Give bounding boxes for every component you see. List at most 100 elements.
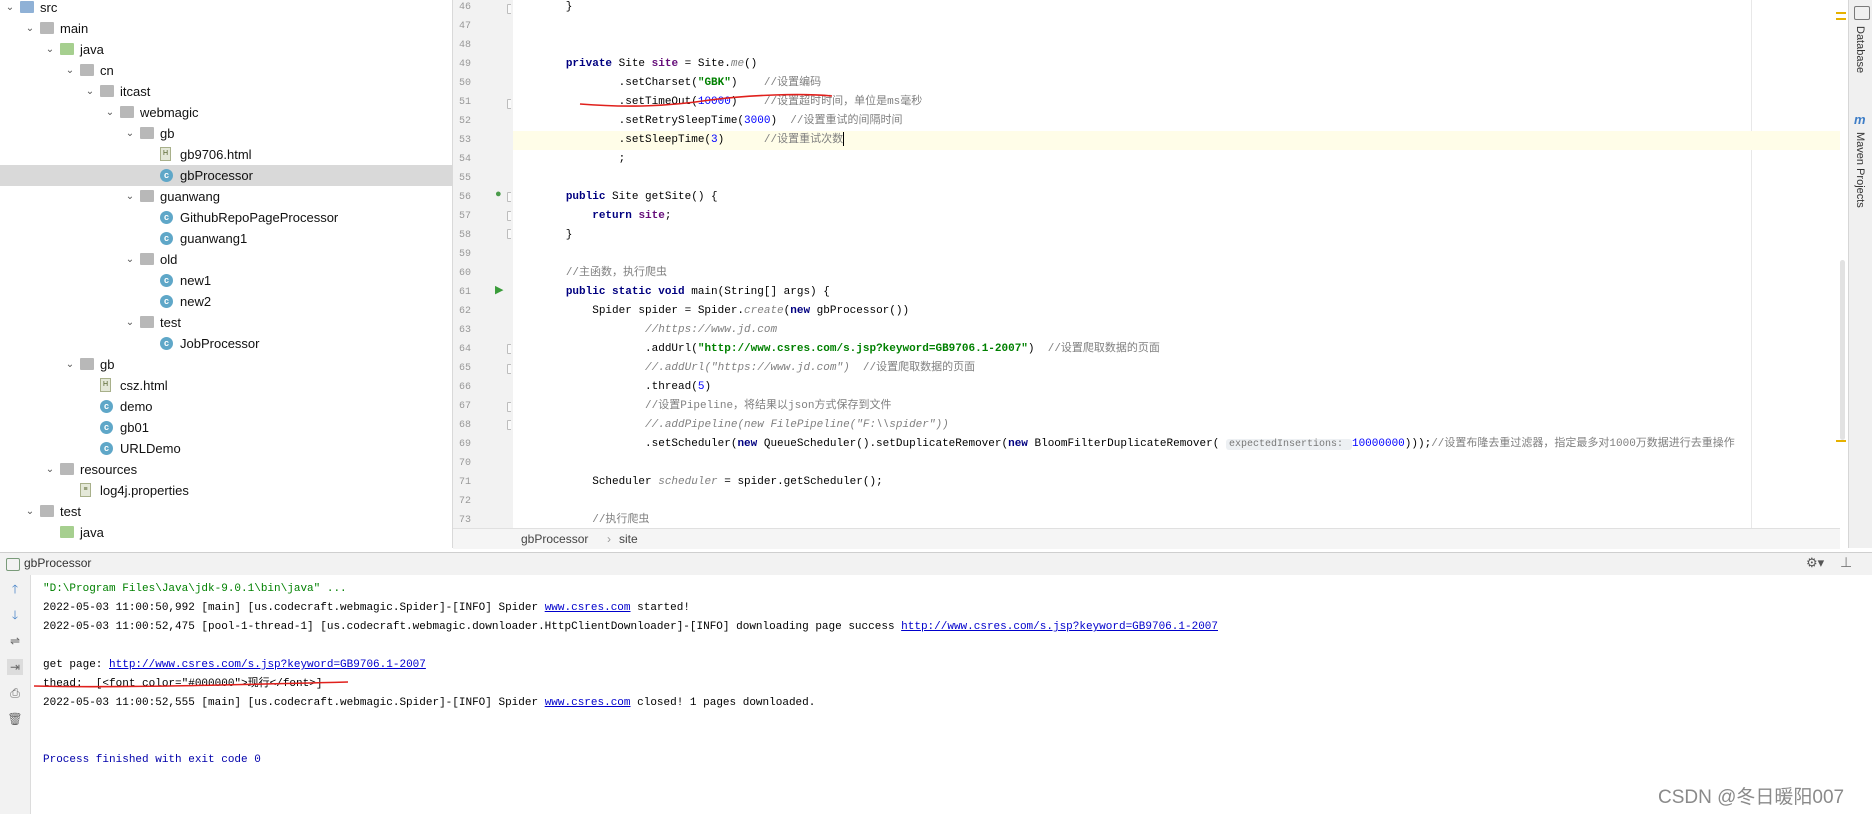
chevron-down-icon[interactable]: ⌄ xyxy=(124,249,136,270)
run-tab-title[interactable]: gbProcessor xyxy=(24,556,91,570)
console-link[interactable]: www.csres.com xyxy=(545,602,631,614)
tree-item[interactable]: ⌄ main xyxy=(0,18,452,39)
code-line[interactable] xyxy=(513,169,1840,188)
chevron-down-icon[interactable]: ⌄ xyxy=(44,459,56,480)
code-line[interactable]: .setRetrySleepTime(3000) //设置重试的间隔时间 xyxy=(513,112,1840,131)
project-tree[interactable]: ⌄ src ⌄ main ⌄ java ⌄ cn ⌄ itcast ⌄ webmagic ⌄ gb Hgb9… xyxy=(0,0,453,548)
code-line[interactable] xyxy=(513,492,1840,511)
code-line[interactable] xyxy=(513,454,1840,473)
chevron-down-icon[interactable]: ⌄ xyxy=(104,102,116,123)
soft-wrap-icon[interactable]: ⇌ xyxy=(7,633,23,649)
code-line[interactable] xyxy=(513,36,1840,55)
database-icon[interactable] xyxy=(1854,6,1870,20)
tree-item[interactable]: ⌄ itcast xyxy=(0,81,452,102)
code-line[interactable]: //执行爬虫 xyxy=(513,511,1840,528)
chevron-down-icon[interactable]: ⌄ xyxy=(64,354,76,375)
tree-item[interactable]: c new1 xyxy=(0,270,452,291)
tree-item[interactable]: c gb01 xyxy=(0,417,452,438)
chevron-down-icon[interactable]: ⌄ xyxy=(124,186,136,207)
line-number: 66 xyxy=(459,382,472,393)
database-tool-tab[interactable]: Database xyxy=(1854,26,1866,73)
print-icon[interactable]: ⎙ xyxy=(7,685,23,701)
code-line[interactable]: return site; xyxy=(513,207,1840,226)
chevron-down-icon[interactable]: ⌄ xyxy=(4,0,16,18)
tree-item[interactable]: c demo xyxy=(0,396,452,417)
code-line[interactable]: .setScheduler(new QueueScheduler().setDu… xyxy=(513,435,1840,454)
code-line[interactable] xyxy=(513,245,1840,264)
code-line[interactable]: } xyxy=(513,0,1840,17)
maven-tool-tab[interactable]: Maven Projects xyxy=(1854,132,1866,208)
tree-item[interactable]: c URLDemo xyxy=(0,438,452,459)
run-gutter-icon[interactable]: ▶ xyxy=(495,283,503,296)
code-line[interactable]: //.addUrl("https://www.jd.com") //设置爬取数据… xyxy=(513,359,1840,378)
code-editor[interactable]: } private Site site = Site.me() .setChar… xyxy=(513,0,1840,528)
tree-item-label: new2 xyxy=(180,294,212,309)
chevron-down-icon[interactable]: ⌄ xyxy=(44,39,56,60)
tree-item[interactable]: Hgb9706.html xyxy=(0,144,452,165)
tree-item[interactable]: ⌄ java xyxy=(0,39,452,60)
trash-icon[interactable]: 🗑 xyxy=(7,711,23,727)
breadcrumb-class[interactable]: gbProcessor xyxy=(521,529,588,549)
tree-item[interactable]: ⌄ gb xyxy=(0,354,452,375)
tree-item[interactable]: ⌄ gb xyxy=(0,123,452,144)
tree-item[interactable]: ≡ log4j.properties xyxy=(0,480,452,501)
tree-item[interactable]: ⌄ webmagic xyxy=(0,102,452,123)
console-link[interactable]: http://www.csres.com/s.jsp?keyword=GB970… xyxy=(901,621,1218,633)
tree-item[interactable]: ⌄ guanwang xyxy=(0,186,452,207)
code-line[interactable]: //主函数，执行爬虫 xyxy=(513,264,1840,283)
tree-item[interactable]: ⌄ old xyxy=(0,249,452,270)
tree-item[interactable]: Hcsz.html xyxy=(0,375,452,396)
right-tool-strip: Database m Maven Projects xyxy=(1848,0,1872,548)
code-line[interactable]: Scheduler scheduler = spider.getSchedule… xyxy=(513,473,1840,492)
chevron-down-icon[interactable]: ⌄ xyxy=(24,501,36,522)
run-toolbar: 🡑 🡓 ⇌ ⇥ ⎙ 🗑 xyxy=(0,575,31,814)
hide-panel-icon[interactable]: ⊥ xyxy=(1840,554,1852,571)
code-line[interactable]: Spider spider = Spider.create(new gbProc… xyxy=(513,302,1840,321)
up-arrow-icon[interactable]: 🡑 xyxy=(7,581,23,597)
scroll-to-end-icon[interactable]: ⇥ xyxy=(7,659,23,675)
tree-item[interactable]: java xyxy=(0,522,452,543)
chevron-down-icon[interactable]: ⌄ xyxy=(124,123,136,144)
console-link[interactable]: http://www.csres.com/s.jsp?keyword=GB970… xyxy=(109,659,426,671)
code-line[interactable]: private Site site = Site.me() xyxy=(513,55,1840,74)
tree-item[interactable]: ⌄ test xyxy=(0,501,452,522)
java-class-icon: c xyxy=(160,274,173,287)
down-arrow-icon[interactable]: 🡓 xyxy=(7,607,23,623)
breadcrumb-field[interactable]: site xyxy=(619,529,638,549)
tree-item[interactable]: c guanwang1 xyxy=(0,228,452,249)
java-class-icon: c xyxy=(160,232,173,245)
code-line[interactable]: } xyxy=(513,226,1840,245)
line-number: 52 xyxy=(459,116,472,127)
tree-item[interactable]: ⌄ test xyxy=(0,312,452,333)
chevron-down-icon[interactable]: ⌄ xyxy=(64,60,76,81)
code-line[interactable]: public static void main(String[] args) { xyxy=(513,283,1840,302)
code-line[interactable]: //.addPipeline(new FilePipeline("F:\\spi… xyxy=(513,416,1840,435)
code-line[interactable]: .setSleepTime(3) //设置重试次数 xyxy=(513,131,1840,150)
chevron-down-icon[interactable]: ⌄ xyxy=(84,81,96,102)
override-marker-icon[interactable]: ● xyxy=(495,188,502,200)
java-class-icon: c xyxy=(160,169,173,182)
run-icon xyxy=(6,558,20,571)
gear-icon[interactable]: ⚙▾ xyxy=(1806,555,1824,571)
tree-item[interactable]: ⌄ src xyxy=(0,0,452,18)
code-line[interactable]: //设置Pipeline，将结果以json方式保存到文件 xyxy=(513,397,1840,416)
code-line[interactable]: .thread(5) xyxy=(513,378,1840,397)
chevron-down-icon[interactable]: ⌄ xyxy=(24,18,36,39)
tree-item[interactable]: ⌄ cn xyxy=(0,60,452,81)
console-output[interactable]: "D:\Program Files\Java\jdk-9.0.1\bin\jav… xyxy=(31,575,1872,814)
tree-item[interactable]: c GithubRepoPageProcessor xyxy=(0,207,452,228)
java-class-icon: c xyxy=(160,211,173,224)
tree-item[interactable]: c gbProcessor xyxy=(0,165,452,186)
chevron-down-icon[interactable]: ⌄ xyxy=(124,312,136,333)
code-line[interactable] xyxy=(513,17,1840,36)
maven-icon[interactable]: m xyxy=(1854,112,1866,127)
tree-item[interactable]: ⌄ resources xyxy=(0,459,452,480)
code-line[interactable]: //https://www.jd.com xyxy=(513,321,1840,340)
code-line[interactable]: ; xyxy=(513,150,1840,169)
code-line[interactable]: .addUrl("http://www.csres.com/s.jsp?keyw… xyxy=(513,340,1840,359)
tree-item[interactable]: c JobProcessor xyxy=(0,333,452,354)
console-link[interactable]: www.csres.com xyxy=(545,697,631,709)
editor-scrollbar[interactable] xyxy=(1836,0,1846,548)
code-line[interactable]: public Site getSite() { xyxy=(513,188,1840,207)
tree-item[interactable]: c new2 xyxy=(0,291,452,312)
